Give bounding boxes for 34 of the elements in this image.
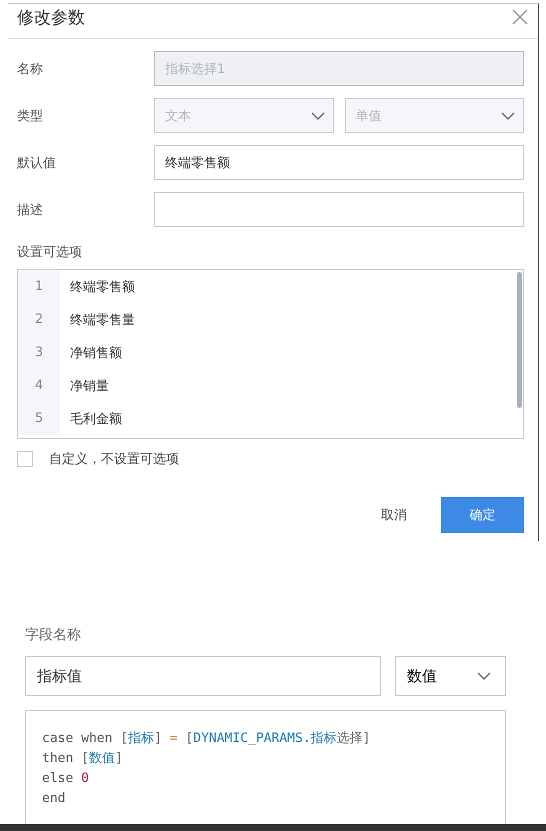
option-text: 净销售额 [69,344,122,362]
line-number: 3 [18,336,60,369]
type-dropdown[interactable]: 数值 [395,656,506,696]
cancel-button[interactable]: 取消 [371,497,417,533]
checkbox[interactable] [17,451,33,467]
confirm-button[interactable]: 确定 [441,497,524,533]
option-text: 毛利金额 [69,410,122,428]
section-label: 设置可选项 [17,244,82,261]
line-number: 2 [18,303,60,336]
code-line: case when [指标] = [DYNAMIC_PARAMS.指标选择] [42,730,372,748]
option-text: 终端零售额 [69,278,135,296]
name-field[interactable]: 指标值 [25,656,381,696]
chevron-down-icon [310,112,324,120]
field-label: 名称 [17,60,44,78]
close-icon[interactable] [512,9,528,25]
dialog-title: 修改参数 [17,6,85,28]
field-label: 字段名称 [25,626,81,644]
code-line: then [数值] [42,750,124,768]
scrollbar[interactable] [517,272,522,408]
field-label: 描述 [17,202,44,218]
option-text: 净销量 [69,378,109,394]
chevron-down-icon [501,112,515,120]
field-label: 默认值 [17,154,57,172]
text-field[interactable] [154,192,524,227]
line-number: 5 [18,402,60,435]
option-text: 终端零售量 [69,312,135,328]
field-label: 类型 [17,108,44,124]
text-field[interactable]: 终端零售额 [154,145,524,180]
code-line: else 0 [42,770,90,788]
line-number: 1 [18,270,60,303]
chevron-down-icon [477,672,491,680]
code-line: end [42,790,66,808]
checkbox-label: 自定义，不设置可选项 [49,451,179,468]
line-number: 4 [18,369,60,402]
